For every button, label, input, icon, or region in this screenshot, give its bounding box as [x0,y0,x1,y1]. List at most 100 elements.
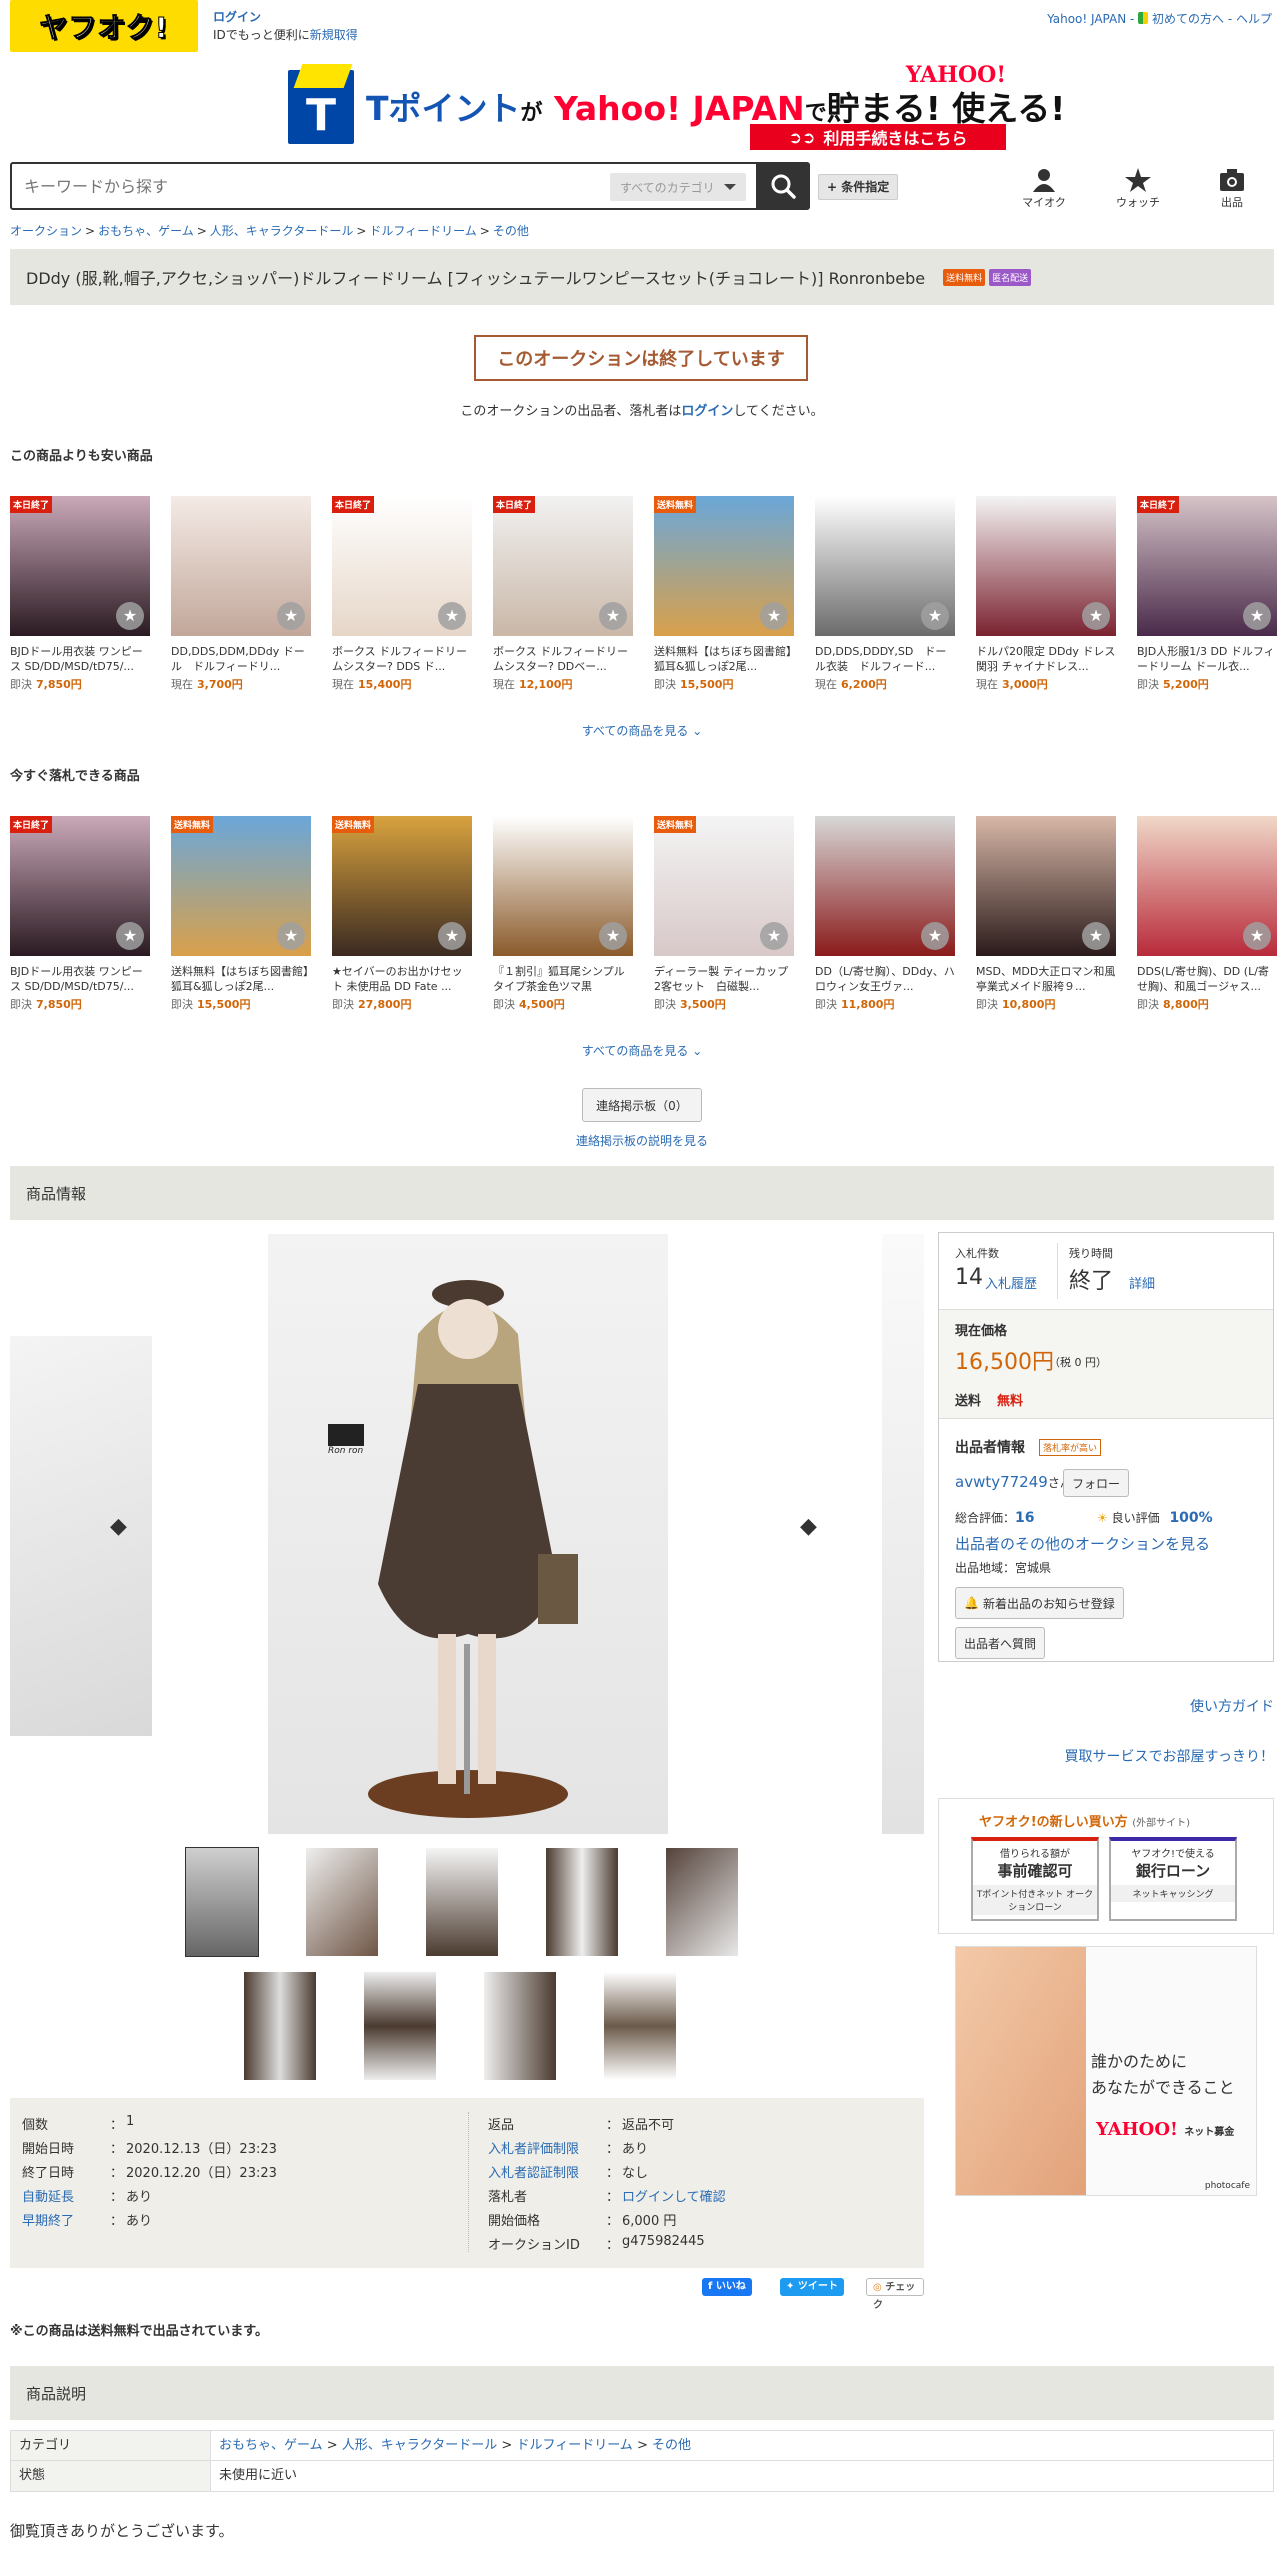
notify-new-listing-button[interactable]: 🔔 新着出品のお知らせ登録 [955,1587,1124,1619]
buynow-item-card[interactable]: 送料無料 ★ ディーラー製 ティーカップ2客セット 白磁製... 即決 3,500円 [654,816,794,1012]
detail-key[interactable]: 入札者評価制限 [476,2138,606,2162]
watch-star-icon[interactable]: ★ [1082,922,1110,950]
item-thumbnail[interactable]: 送料無料 ★ [654,496,794,636]
thumbnail-9[interactable] [604,1972,676,2080]
watch-star-icon[interactable]: ★ [599,922,627,950]
beginner-link[interactable]: 初めての方へ [1152,12,1224,26]
tweet-button[interactable]: ✦ ツイート [780,2278,844,2296]
bank-loan-card[interactable]: ヤフオク!で使える 銀行ローン ネットキャッシング [1109,1837,1237,1921]
thumbnail-6[interactable] [244,1972,316,2080]
breadcrumb-dolls[interactable]: 人形、キャラクタードール [210,224,354,238]
watch-button[interactable]: ウォッチ [1098,168,1178,210]
item-thumbnail[interactable]: 送料無料 ★ [654,816,794,956]
thumbnail-2[interactable] [306,1848,378,1956]
login-link[interactable]: ログイン [213,10,261,24]
breadcrumb-auction[interactable]: オークション [10,224,82,238]
cheaper-item-card[interactable]: 本日終了 ★ BJDドール用衣装 ワンピース SD/DD/MSD/tD75/... 即… [10,496,150,692]
watch-star-icon[interactable]: ★ [438,602,466,630]
thumbnail-1[interactable] [185,1847,259,1957]
watch-star-icon[interactable]: ★ [760,922,788,950]
rating-link[interactable]: 16 [1015,1510,1034,1526]
seller-name-link[interactable]: avwty77249 [955,1473,1048,1491]
watch-star-icon[interactable]: ★ [116,602,144,630]
buynow-item-card[interactable]: 本日終了 ★ BJDドール用衣装 ワンピース SD/DD/MSD/tD75/... 即… [10,816,150,1012]
thumbnail-8[interactable] [484,1972,556,2080]
watch-star-icon[interactable]: ★ [277,922,305,950]
yahoo-japan-link[interactable]: Yahoo! JAPAN [1047,12,1126,26]
item-name[interactable]: DDS(L/寄せ胸)、DD (L/寄せ胸)、和風ゴージャス... [1137,964,1277,994]
help-link[interactable]: ヘルプ [1236,12,1272,26]
detail-key[interactable]: 入札者認証制限 [476,2162,606,2186]
breadcrumb-dollfie[interactable]: ドルフィードリーム [369,224,476,238]
item-name[interactable]: BJD人形服1/3 DD ドルフィードリーム ドール衣... [1137,644,1277,674]
like-button[interactable]: f いいね [702,2278,752,2296]
watch-star-icon[interactable]: ★ [599,602,627,630]
cat-toys-link[interactable]: おもちゃ、ゲーム [219,2438,323,2453]
myauc-button[interactable]: マイオク [1004,168,1084,210]
board-info-link[interactable]: 連絡掲示板の説明を見る [0,1132,1284,1149]
pre-check-card[interactable]: 借りられる額が 事前確認可 Tポイント付きネット オークションローン [971,1837,1099,1921]
buynow-item-card[interactable]: ★ 『１割引』狐耳尾シンプルタイプ茶金色ツマ黒 即決 4,500円 [493,816,633,1012]
search-input[interactable] [12,164,612,208]
see-all-cheaper-link[interactable]: すべての商品を見る ⌄ [0,722,1284,739]
breadcrumb-other[interactable]: その他 [493,224,529,238]
check-button[interactable]: ◎ チェック [866,2278,924,2311]
item-thumbnail[interactable]: 本日終了 ★ [493,496,633,636]
thumbnail-7[interactable] [364,1972,436,2080]
item-name[interactable]: 送料無料【はちぼち図書館】狐耳&狐しっぽ2尾... [171,964,311,994]
yafuoku-logo[interactable]: ヤフオク! [10,0,198,52]
watch-star-icon[interactable]: ★ [921,602,949,630]
buynow-item-card[interactable]: 送料無料 ★ 送料無料【はちぼち図書館】狐耳&狐しっぽ2尾... 即決 15,500円 [171,816,311,1012]
cheaper-item-card[interactable]: 本日終了 ★ ボークス ドルフィードリームシスター? DDベー... 現在 12,100… [493,496,633,692]
next-arrow-icon[interactable]: ◆ [800,1514,817,1539]
item-thumbnail[interactable]: ★ [1137,816,1277,956]
item-thumbnail[interactable]: 本日終了 ★ [332,496,472,636]
item-thumbnail[interactable]: ★ [493,816,633,956]
bid-history-link[interactable]: 入札履歴 [985,1273,1037,1292]
detail-key[interactable]: 早期終了 [10,2210,110,2234]
item-thumbnail[interactable]: ★ [815,816,955,956]
item-thumbnail[interactable]: ★ [976,816,1116,956]
thumbnail-4[interactable] [546,1848,618,1956]
item-name[interactable]: DD（L/寄せ胸）、DDdy、ハロウィン女王ヴァ... [815,964,955,994]
prev-arrow-icon[interactable]: ◆ [110,1514,127,1539]
cat-other-link[interactable]: その他 [652,2438,691,2453]
cheaper-item-card[interactable]: ★ ドルパ20限定 DDdy ドレス 関羽 チャイナドレス... 現在 3,000円 [976,496,1116,692]
item-name[interactable]: 送料無料【はちぼち図書館】狐耳&狐しっぽ2尾... [654,644,794,674]
category-select[interactable]: すべてのカテゴリ [610,173,746,201]
buyback-link[interactable]: 買取サービスでお部屋すっきり！ [938,1746,1274,1766]
buynow-item-card[interactable]: ★ MSD、MDD大正ロマン和風亭業式メイド服袴９... 即決 10,800円 [976,816,1116,1012]
tpoint-banner[interactable]: T Tポイントが Yahoo! JAPANで貯まる! 使える! YAHOO! ➲… [288,62,1065,154]
detail-value[interactable]: ログインして確認 [622,2186,916,2210]
detail-key[interactable]: 自動延長 [10,2186,110,2210]
cheaper-item-card[interactable]: 本日終了 ★ BJD人形服1/3 DD ドルフィードリーム ドール衣... 即決 5,2… [1137,496,1277,692]
item-thumbnail[interactable]: 送料無料 ★ [171,816,311,956]
watch-star-icon[interactable]: ★ [1082,602,1110,630]
seller-other-auctions-link[interactable]: 出品者のその他のオークションを見る [955,1533,1210,1554]
donation-ad[interactable]: 誰かのために あなたができること YAHOO! ネット募金 photocafe [955,1946,1257,2196]
watch-star-icon[interactable]: ★ [1243,602,1271,630]
cheaper-item-card[interactable]: 送料無料 ★ 送料無料【はちぼち図書館】狐耳&狐しっぽ2尾... 即決 15,500円 [654,496,794,692]
sell-button[interactable]: 出品 [1192,168,1272,210]
watch-star-icon[interactable]: ★ [921,922,949,950]
thumbnail-5[interactable] [666,1848,738,1956]
item-name[interactable]: ボークス ドルフィードリームシスター? DDベー... [493,644,633,674]
item-name[interactable]: BJDドール用衣装 ワンピース SD/DD/MSD/tD75/... [10,964,150,994]
banner-cta-button[interactable]: ➲➲ 利用手続きはこちら [750,124,1006,150]
watch-star-icon[interactable]: ★ [116,922,144,950]
item-name[interactable]: BJDドール用衣装 ワンピース SD/DD/MSD/tD75/... [10,644,150,674]
item-name[interactable]: ドルパ20限定 DDdy ドレス 関羽 チャイナドレス... [976,644,1116,674]
thumbnail-3[interactable] [426,1848,498,1956]
cheaper-item-card[interactable]: ★ DD,DDS,DDM,DDdy ドール ドルフィードリ... 現在 3,700円 [171,496,311,692]
item-thumbnail[interactable]: ★ [815,496,955,636]
watch-star-icon[interactable]: ★ [760,602,788,630]
see-all-buynow-link[interactable]: すべての商品を見る ⌄ [0,1042,1284,1059]
item-name[interactable]: DD,DDS,DDM,DDdy ドール ドルフィードリ... [171,644,311,674]
follow-button[interactable]: フォロー [1063,1469,1130,1497]
item-name[interactable]: ★セイバーのお出かけセット 未使用品 DD Fate ... [332,964,472,994]
cat-dolls-link[interactable]: 人形、キャラクタードール [342,2438,497,2453]
guide-link[interactable]: 使い方ガイド [938,1696,1274,1716]
item-name[interactable]: MSD、MDD大正ロマン和風亭業式メイド服袴９... [976,964,1116,994]
new-id-link[interactable]: 新規取得 [310,28,358,42]
buynow-item-card[interactable]: ★ DDS(L/寄せ胸)、DD (L/寄せ胸)、和風ゴージャス... 即決 8,800… [1137,816,1277,1012]
